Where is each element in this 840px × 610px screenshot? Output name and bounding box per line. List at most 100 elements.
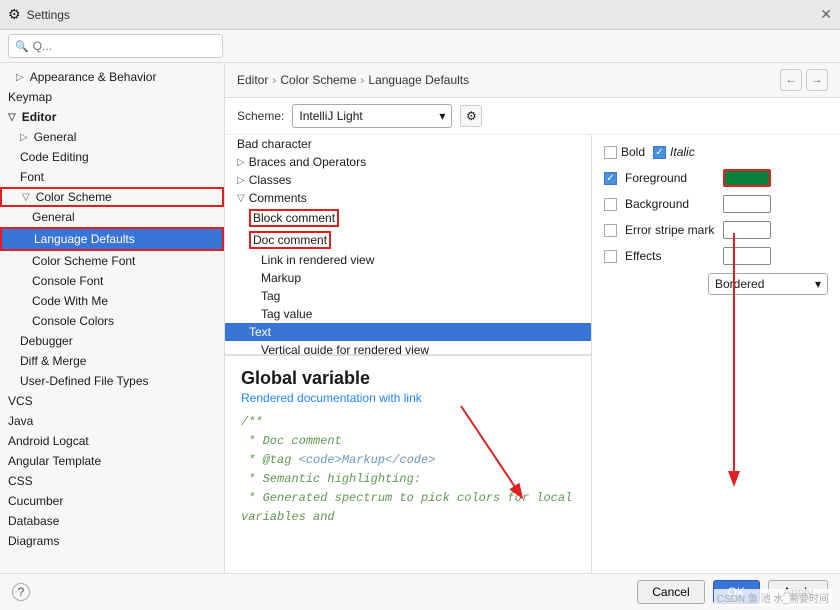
sidebar-item-database[interactable]: Database bbox=[0, 511, 224, 531]
search-input[interactable] bbox=[33, 39, 216, 53]
sidebar-item-console-colors[interactable]: Console Colors bbox=[0, 311, 224, 331]
sidebar-item-code-with-me[interactable]: Code With Me bbox=[0, 291, 224, 311]
tree-item-markup[interactable]: Markup bbox=[225, 269, 591, 287]
scheme-bar: Scheme: IntelliJ Light ▾ ⚙ bbox=[225, 98, 840, 135]
sidebar-item-vcs[interactable]: VCS bbox=[0, 391, 224, 411]
error-stripe-checkbox[interactable] bbox=[604, 224, 617, 237]
settings-dialog: 🔍 ▷ Appearance & Behavior Keymap ▽ Edito… bbox=[0, 30, 840, 610]
code-line-2: * Doc comment bbox=[241, 432, 575, 451]
sidebar-label: Android Logcat bbox=[8, 434, 89, 448]
tree-item-text[interactable]: Text bbox=[225, 323, 591, 341]
tree-item-link-rendered[interactable]: Link in rendered view bbox=[225, 251, 591, 269]
italic-checkbox[interactable] bbox=[653, 146, 666, 159]
sidebar-item-cs-general[interactable]: General bbox=[0, 207, 224, 227]
sidebar-item-general[interactable]: ▷ General bbox=[0, 127, 224, 147]
sidebar-item-java[interactable]: Java bbox=[0, 411, 224, 431]
sidebar-item-keymap[interactable]: Keymap bbox=[0, 87, 224, 107]
arrow-svg bbox=[684, 223, 840, 523]
border-type-row: Bordered ▾ bbox=[604, 273, 828, 295]
sidebar-item-diagrams[interactable]: Diagrams bbox=[0, 531, 224, 551]
sidebar-item-editor[interactable]: ▽ Editor bbox=[0, 107, 224, 127]
sidebar: ▷ Appearance & Behavior Keymap ▽ Editor … bbox=[0, 63, 225, 573]
back-button[interactable]: ← bbox=[780, 69, 802, 91]
background-checkbox[interactable] bbox=[604, 198, 617, 211]
close-button[interactable]: ✕ bbox=[820, 6, 832, 23]
scheme-dropdown[interactable]: IntelliJ Light ▾ bbox=[292, 104, 452, 128]
tree-label: Markup bbox=[261, 271, 301, 285]
effects-color-swatch[interactable] bbox=[723, 247, 771, 265]
sidebar-label: Keymap bbox=[8, 90, 52, 104]
props-panel: Bold Italic Foreground bbox=[592, 135, 840, 573]
sidebar-item-console-font[interactable]: Console Font bbox=[0, 271, 224, 291]
sidebar-label: Console Font bbox=[32, 274, 103, 288]
left-panel: Bad character ▷ Braces and Operators ▷ C… bbox=[225, 135, 592, 573]
breadcrumb-part-langdefaults: Language Defaults bbox=[368, 73, 469, 87]
tree-item-comments[interactable]: ▽ Comments bbox=[225, 189, 591, 207]
sidebar-item-css[interactable]: CSS bbox=[0, 471, 224, 491]
error-stripe-color-swatch[interactable] bbox=[723, 221, 771, 239]
code-line-5: * Generated spectrum to pick colors for … bbox=[241, 489, 575, 527]
sidebar-label: Editor bbox=[22, 110, 57, 124]
help-icon[interactable]: ? bbox=[12, 583, 30, 601]
dialog-body: ▷ Appearance & Behavior Keymap ▽ Editor … bbox=[0, 63, 840, 573]
tree-item-braces[interactable]: ▷ Braces and Operators bbox=[225, 153, 591, 171]
tree-label: Block comment bbox=[249, 209, 339, 227]
sidebar-label: User-Defined File Types bbox=[20, 374, 149, 388]
right-panel: Bold Italic Foreground bbox=[592, 135, 840, 573]
foreground-row: Foreground bbox=[604, 169, 828, 187]
sidebar-label: Color Scheme Font bbox=[32, 254, 135, 268]
sidebar-item-color-scheme-font[interactable]: Color Scheme Font bbox=[0, 251, 224, 271]
sidebar-item-language-defaults[interactable]: Language Defaults bbox=[0, 227, 224, 251]
border-type-dropdown[interactable]: Bordered ▾ bbox=[708, 273, 828, 295]
sidebar-label: Font bbox=[20, 170, 44, 184]
dialog-footer: ? Cancel OK Apply CSDN 鱼 池 水_需要时间 bbox=[0, 573, 840, 610]
content-split: Bad character ▷ Braces and Operators ▷ C… bbox=[225, 135, 840, 573]
tree-item-tag-value[interactable]: Tag value bbox=[225, 305, 591, 323]
error-stripe-row: Error stripe mark bbox=[604, 221, 828, 239]
search-box[interactable]: 🔍 bbox=[8, 34, 223, 58]
foreground-checkbox[interactable] bbox=[604, 172, 617, 185]
tree-label: Vertical guide for rendered view bbox=[261, 343, 429, 355]
tree-label: Braces and Operators bbox=[249, 155, 366, 169]
tree-item-bad-char[interactable]: Bad character bbox=[225, 135, 591, 153]
sidebar-label: Code With Me bbox=[32, 294, 108, 308]
background-color-swatch[interactable] bbox=[723, 195, 771, 213]
tree-label: Bad character bbox=[237, 137, 312, 151]
sidebar-item-diff-merge[interactable]: Diff & Merge bbox=[0, 351, 224, 371]
cancel-button[interactable]: Cancel bbox=[637, 580, 704, 604]
tree-item-doc-comment[interactable]: Doc comment bbox=[225, 229, 591, 251]
sidebar-label: Language Defaults bbox=[34, 232, 135, 246]
main-content: Editor › Color Scheme › Language Default… bbox=[225, 63, 840, 573]
sidebar-item-user-defined[interactable]: User-Defined File Types bbox=[0, 371, 224, 391]
sidebar-item-angular-template[interactable]: Angular Template bbox=[0, 451, 224, 471]
sidebar-label: VCS bbox=[8, 394, 33, 408]
breadcrumb: Editor › Color Scheme › Language Default… bbox=[237, 73, 469, 87]
dialog-header: 🔍 bbox=[0, 30, 840, 63]
breadcrumb-navigation: ← → bbox=[780, 69, 828, 91]
foreground-color-swatch[interactable] bbox=[723, 169, 771, 187]
breadcrumb-separator: › bbox=[272, 73, 276, 87]
tree-item-block-comment[interactable]: Block comment bbox=[225, 207, 591, 229]
tree-item-vertical-guide[interactable]: Vertical guide for rendered view bbox=[225, 341, 591, 355]
expand-icon: ▷ bbox=[237, 157, 245, 168]
tree-item-tag[interactable]: Tag bbox=[225, 287, 591, 305]
sidebar-item-code-editing[interactable]: Code Editing bbox=[0, 147, 224, 167]
sidebar-item-color-scheme[interactable]: ▽ Color Scheme bbox=[0, 187, 224, 207]
sidebar-item-appearance-behavior[interactable]: ▷ Appearance & Behavior bbox=[0, 67, 224, 87]
sidebar-item-cucumber[interactable]: Cucumber bbox=[0, 491, 224, 511]
sidebar-item-debugger[interactable]: Debugger bbox=[0, 331, 224, 351]
effects-checkbox[interactable] bbox=[604, 250, 617, 263]
scheme-gear-button[interactable]: ⚙ bbox=[460, 105, 482, 127]
background-label: Background bbox=[625, 197, 715, 211]
search-icon: 🔍 bbox=[15, 40, 29, 53]
tree-label: Tag value bbox=[261, 307, 312, 321]
sidebar-item-font[interactable]: Font bbox=[0, 167, 224, 187]
breadcrumb-part-colorscheme: Color Scheme bbox=[280, 73, 356, 87]
sidebar-item-android-logcat[interactable]: Android Logcat bbox=[0, 431, 224, 451]
forward-button[interactable]: → bbox=[806, 69, 828, 91]
background-row: Background bbox=[604, 195, 828, 213]
sidebar-label: Color Scheme bbox=[36, 190, 112, 204]
foreground-label: Foreground bbox=[625, 171, 715, 185]
bold-checkbox[interactable] bbox=[604, 146, 617, 159]
tree-item-classes[interactable]: ▷ Classes bbox=[225, 171, 591, 189]
